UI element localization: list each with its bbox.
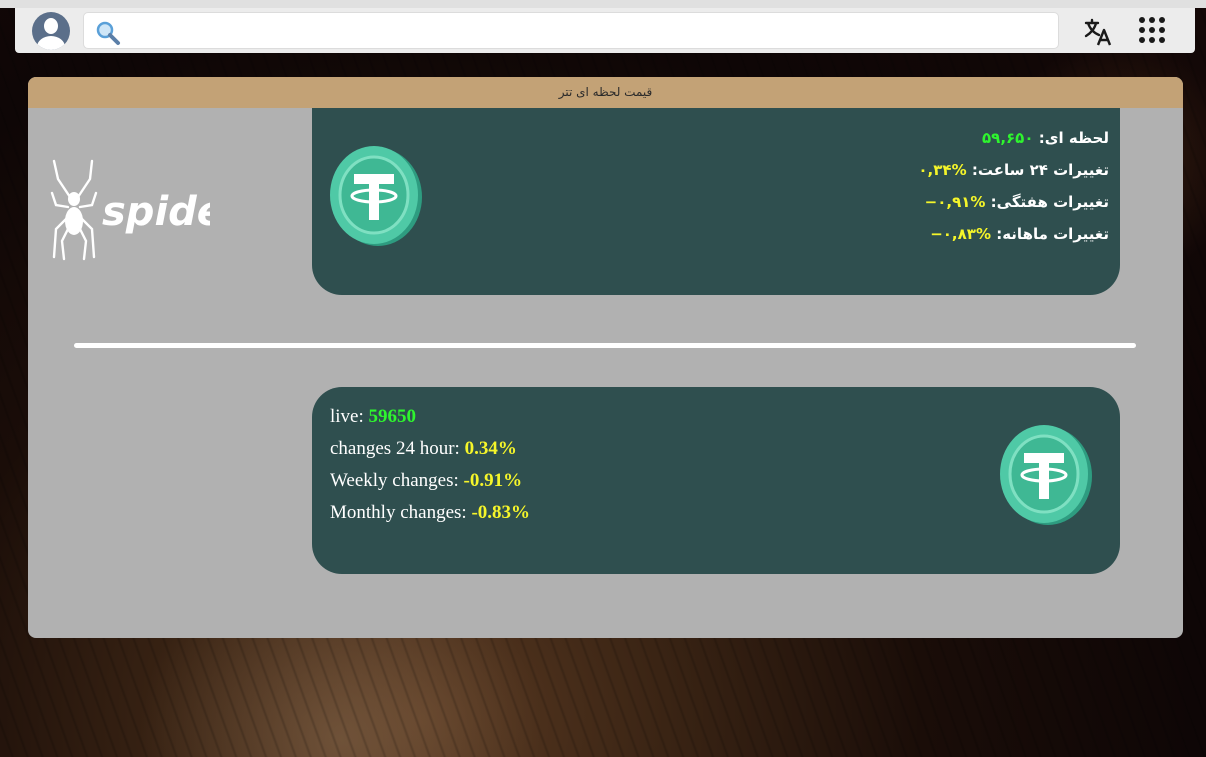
fa-live-value: ۵۹,۶۵۰ (982, 129, 1034, 147)
en-monthly-row: Monthly changes: -0.83% (330, 497, 530, 529)
en-monthly-value: -0.83% (471, 502, 531, 523)
en-change24-label: changes 24 hour: (330, 438, 460, 459)
tether-price-panel: قیمت لحظه ای تتر spider لحظه ای: (28, 77, 1183, 638)
top-bar (15, 8, 1195, 53)
english-price-card: live: 59650 changes 24 hour: 0.34% Weekl… (312, 387, 1120, 574)
apps-grid-icon[interactable] (1139, 17, 1167, 45)
en-live-row: live: 59650 (330, 401, 530, 433)
en-weekly-row: Weekly changes: -0.91% (330, 465, 530, 497)
en-live-label: live: (330, 406, 364, 427)
fa-change24-value: %۰,۳۴ (918, 161, 967, 179)
fa-monthly-row: تغییرات ماهانه: %۰,۸۳− (918, 218, 1109, 250)
en-weekly-label: Weekly changes: (330, 470, 459, 491)
browser-strip (0, 0, 1206, 8)
en-live-value: 59650 (368, 406, 417, 427)
logo-text: spider (102, 189, 210, 235)
fa-monthly-value: %۰,۸۳− (930, 225, 991, 243)
en-change24-value: 0.34% (464, 438, 517, 459)
tether-coin-icon (330, 146, 422, 246)
fa-change24-label: تغییرات ۲۴ ساعت: (971, 161, 1109, 179)
en-monthly-label: Monthly changes: (330, 502, 467, 523)
fa-live-row: لحظه ای: ۵۹,۶۵۰ (918, 122, 1109, 154)
en-change24-row: changes 24 hour: 0.34% (330, 433, 530, 465)
fa-weekly-label: تغییرات هفتگی: (990, 193, 1109, 211)
search-icon[interactable] (95, 20, 121, 46)
fa-weekly-row: تغییرات هفتگی: %۰,۹۱− (918, 186, 1109, 218)
section-divider (74, 343, 1136, 348)
search-input[interactable] (126, 15, 1050, 47)
fa-change24-row: تغییرات ۲۴ ساعت: %۰,۳۴ (918, 154, 1109, 186)
panel-title: قیمت لحظه ای تتر (28, 77, 1183, 108)
fa-weekly-value: %۰,۹۱− (924, 193, 986, 211)
tether-coin-icon (1000, 425, 1092, 525)
user-avatar-icon[interactable] (32, 12, 70, 50)
en-weekly-value: -0.91% (463, 470, 523, 491)
fa-live-label: لحظه ای: (1038, 129, 1109, 147)
translate-icon[interactable] (1083, 17, 1113, 47)
farsi-price-card: لحظه ای: ۵۹,۶۵۰ تغییرات ۲۴ ساعت: %۰,۳۴ ت… (312, 108, 1120, 295)
search-bar[interactable] (83, 12, 1059, 49)
spider-logo[interactable]: spider (50, 157, 210, 262)
fa-monthly-label: تغییرات ماهانه: (996, 225, 1109, 243)
